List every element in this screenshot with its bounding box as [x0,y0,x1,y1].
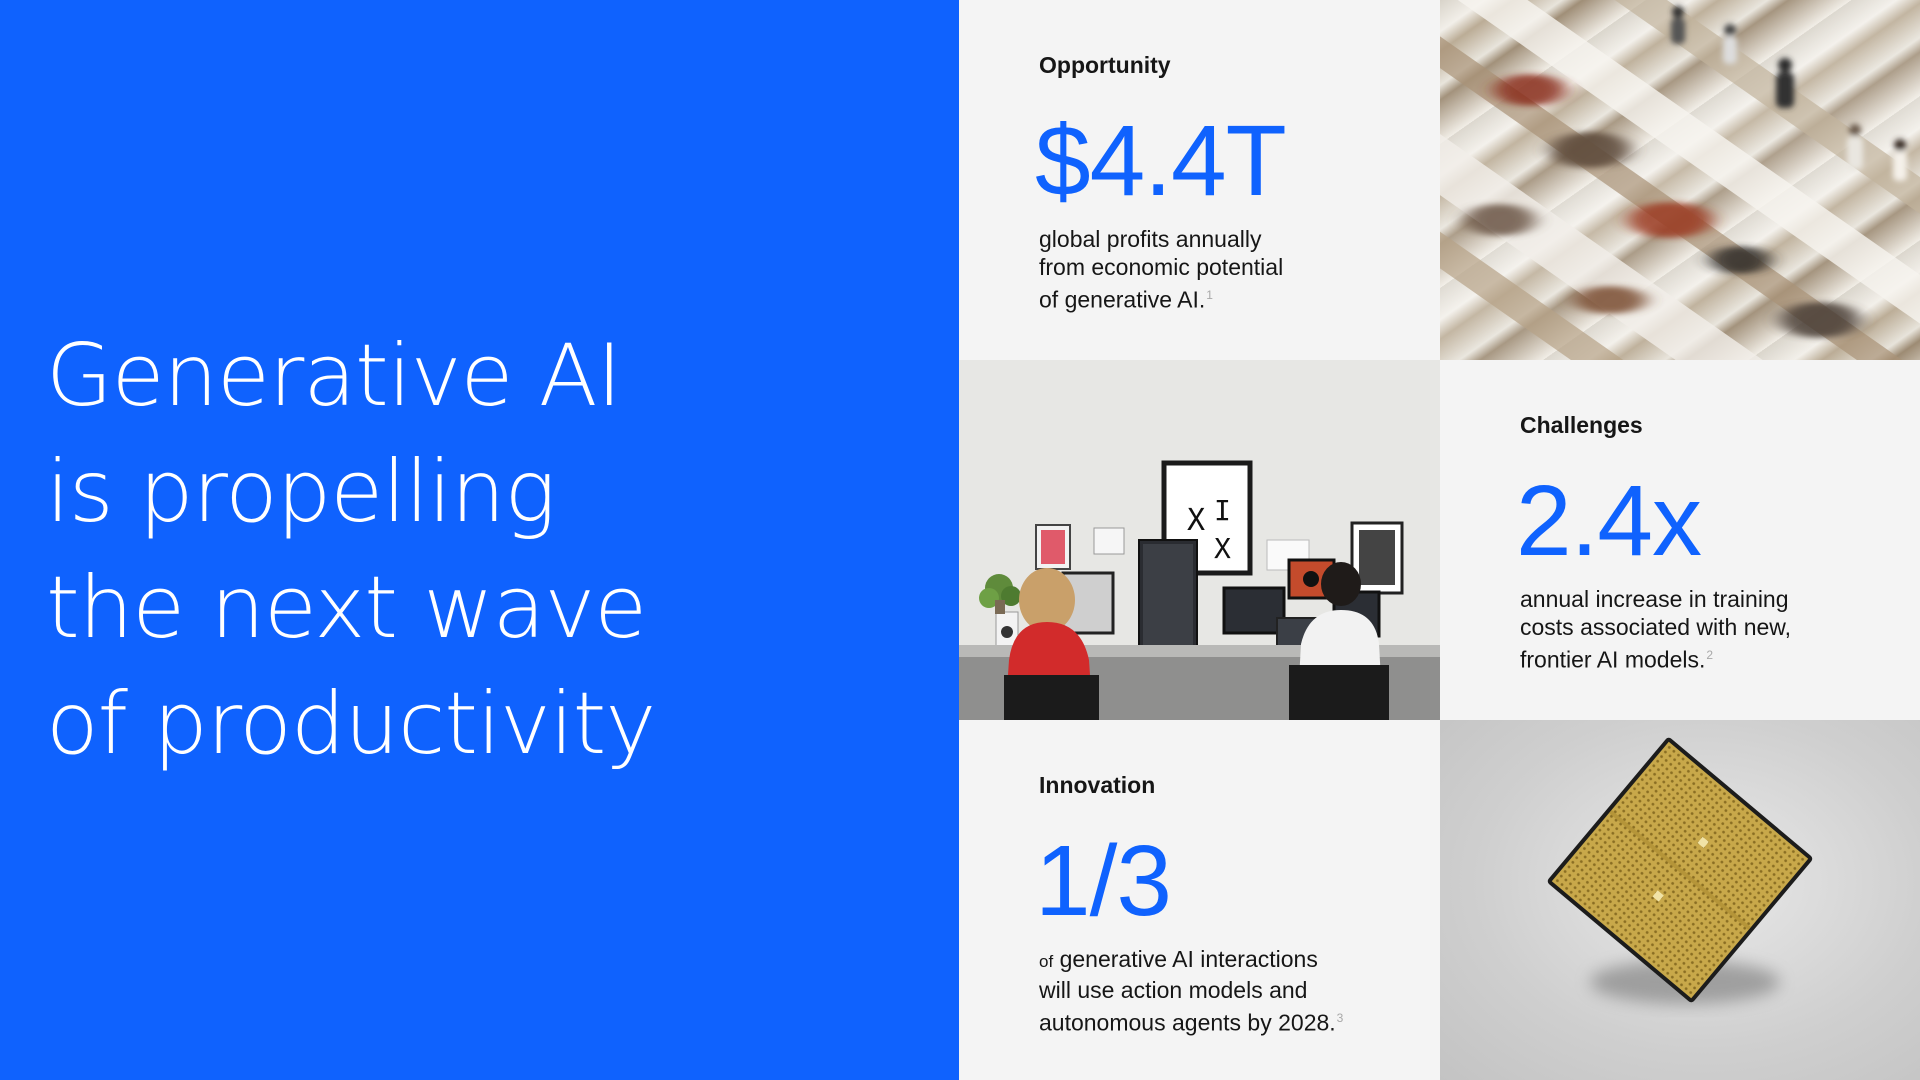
processor-chip-photo [1440,720,1920,1080]
challenges-description: annual increase in training costs associ… [1520,585,1850,674]
hero-line-3: the next wave [46,558,647,658]
innovation-desc-prefix: of [1039,952,1054,971]
challenges-desc-line-3: frontier AI models. [1520,646,1706,673]
innovation-desc-line-2: will use action models and [1039,977,1308,1003]
opportunity-card: Opportunity $4.4T global profits annuall… [959,0,1440,360]
opportunity-value: $4.4T [1035,105,1287,217]
challenges-card: Challenges 2.4x annual increase in train… [1440,360,1920,720]
svg-text:X: X [1214,532,1231,565]
innovation-footnote: 3 [1336,1011,1344,1025]
hero-line-4: of productivity [46,674,656,774]
innovation-desc-line-1: generative AI interactions [1053,946,1318,972]
innovation-desc-line-3: autonomous agents by 2028. [1039,1009,1336,1036]
opportunity-desc-line-3: of generative AI. [1039,286,1206,313]
hero-line-1: Generative AI [46,326,622,426]
escalator-illustration [1440,0,1920,360]
opportunity-desc-line-1: global profits annually [1039,226,1262,252]
challenges-title: Challenges [1520,412,1643,438]
innovation-card: Innovation 1/3 of generative AI interact… [959,720,1440,1080]
innovation-value: 1/3 [1035,825,1172,937]
opportunity-title: Opportunity [1039,52,1171,78]
opportunity-footnote: 1 [1206,288,1213,302]
hero-line-2: is propelling [46,442,556,542]
hero-panel: Generative AI is propelling the next wav… [0,0,959,1080]
hero-headline: Generative AI is propelling the next wav… [46,318,656,782]
chip-illustration [1547,737,1813,1004]
office-workers-photo: X I X [959,360,1440,720]
opportunity-description: global profits annually from economic po… [1039,225,1369,314]
office-illustration: X I X [959,360,1440,720]
challenges-desc-line-1: annual increase in training [1520,586,1789,612]
challenges-desc-line-2: costs associated with new, [1520,614,1792,640]
opportunity-desc-line-2: from economic potential [1039,254,1284,280]
innovation-title: Innovation [1039,772,1156,798]
svg-text:I: I [1214,494,1231,527]
challenges-value: 2.4x [1516,465,1702,577]
escalator-crowd-photo [1440,0,1920,360]
innovation-description: of generative AI interactions will use a… [1039,945,1369,1037]
challenges-footnote: 2 [1706,648,1714,662]
svg-text:X: X [1187,503,1205,538]
